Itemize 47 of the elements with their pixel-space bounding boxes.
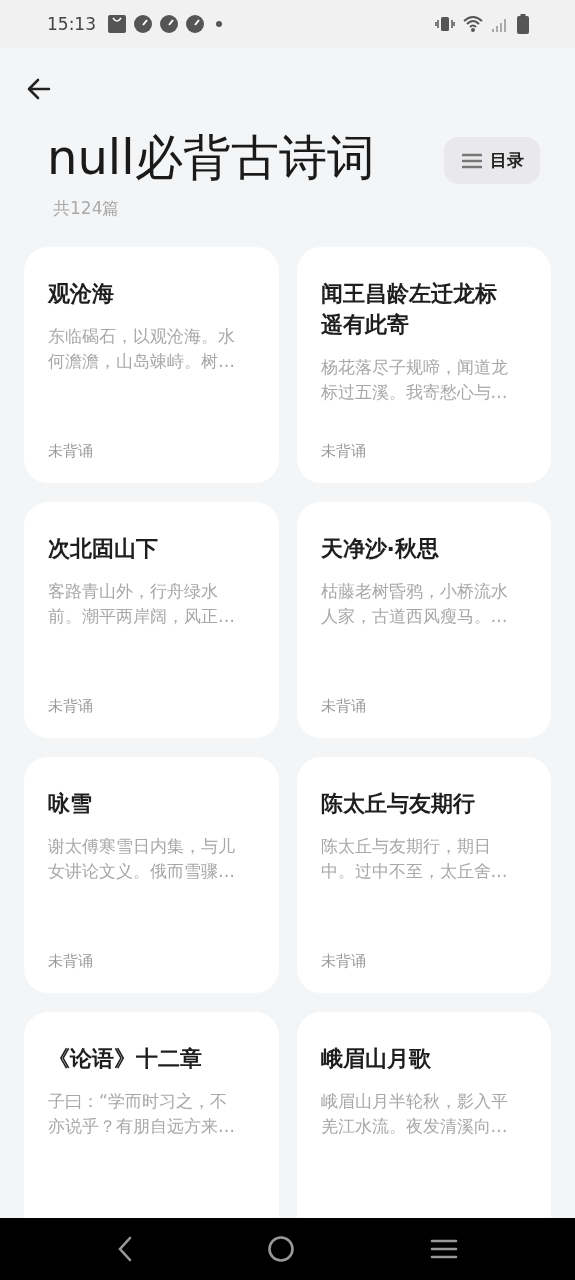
poem-excerpt: 东临碣石，以观沧海。水何澹澹，山岛竦峙。树… — [48, 325, 236, 373]
poem-excerpt: 客路青山外，行舟绿水前。潮平两岸阔，风正… — [48, 580, 236, 628]
poem-title: 闻王昌龄左迁龙标遥有此寄 — [320, 280, 498, 339]
vibrate-icon — [435, 15, 455, 33]
poem-excerpt: 陈太丘与友期行，期日中。过中不至，太丘舍… — [320, 835, 509, 883]
menu-icon — [462, 152, 482, 169]
poem-excerpt: 谢太傅寒雪日内集，与儿女讲论文义。俄而雪骤… — [48, 835, 236, 883]
poem-title: 咏雪 — [48, 790, 92, 818]
poem-excerpt: 子曰：“学而时习之，不亦说乎？有朋自远方来… — [48, 1090, 236, 1138]
recite-status: 未背诵 — [320, 697, 366, 716]
poem-count: 共124篇 — [53, 197, 120, 220]
poem-title: 观沧海 — [48, 280, 114, 308]
menu-icon[interactable] — [429, 1238, 458, 1260]
recite-status: 未背诵 — [320, 442, 366, 461]
gauge-icon — [186, 15, 204, 33]
poem-title: 陈太丘与友期行 — [320, 790, 475, 818]
wifi-icon — [463, 15, 483, 33]
poem-title: 天净沙·秋思 — [320, 535, 439, 563]
recite-status: 未背诵 — [320, 952, 366, 971]
poem-card[interactable]: 峨眉山月歌 峨眉山月半轮秋，影入平羌江水流。夜发清溪向… — [296, 1012, 551, 1218]
poem-title: 峨眉山月歌 — [320, 1045, 431, 1073]
home-icon[interactable] — [267, 1235, 296, 1263]
back-arrow-icon[interactable] — [26, 76, 52, 102]
back-icon[interactable] — [117, 1236, 134, 1262]
poem-card[interactable]: 观沧海 东临碣石，以观沧海。水何澹澹，山岛竦峙。树… 未背诵 — [24, 247, 279, 483]
page-title: null必背古诗词 — [47, 128, 375, 187]
poem-card[interactable]: 陈太丘与友期行 陈太丘与友期行，期日中。过中不至，太丘舍… 未背诵 — [296, 757, 551, 993]
recite-status: 未背诵 — [48, 952, 93, 971]
poem-card[interactable]: 咏雪 谢太傅寒雪日内集，与儿女讲论文义。俄而雪骤… 未背诵 — [24, 757, 279, 993]
poem-excerpt: 杨花落尽子规啼，闻道龙标过五溪。我寄愁心与… — [320, 356, 509, 404]
contents-button[interactable]: 目录 — [444, 137, 540, 184]
poem-title: 次北固山下 — [48, 535, 158, 563]
gauge-icon — [134, 15, 152, 33]
recite-status: 未背诵 — [48, 442, 93, 461]
status-time: 15:13 — [47, 14, 96, 34]
poem-card[interactable]: 《论语》十二章 子曰：“学而时习之，不亦说乎？有朋自远方来… — [24, 1012, 279, 1218]
dot-icon — [216, 21, 222, 27]
poem-card[interactable]: 天净沙·秋思 枯藤老树昏鸦，小桥流水人家，古道西风瘦马。… 未背诵 — [296, 502, 551, 738]
poem-card[interactable]: 闻王昌龄左迁龙标遥有此寄 杨花落尽子规啼，闻道龙标过五溪。我寄愁心与… 未背诵 — [296, 247, 551, 483]
poem-card[interactable]: 次北固山下 客路青山外，行舟绿水前。潮平两岸阔，风正… 未背诵 — [24, 502, 279, 738]
gauge-icon — [160, 15, 178, 33]
poem-title: 《论语》十二章 — [48, 1045, 202, 1073]
poem-excerpt: 枯藤老树昏鸦，小桥流水人家，古道西风瘦马。… — [320, 580, 509, 628]
bag-icon — [108, 15, 126, 33]
battery-icon — [517, 14, 529, 34]
poem-excerpt: 峨眉山月半轮秋，影入平羌江水流。夜发清溪向… — [320, 1090, 509, 1138]
recite-status: 未背诵 — [48, 697, 93, 716]
